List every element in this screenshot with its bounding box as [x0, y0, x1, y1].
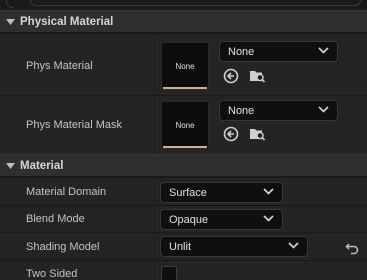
tree-line: [6, 0, 14, 8]
browse-asset-icon[interactable]: [249, 125, 265, 141]
property-row-phys-material: Phys Material None None: [0, 33, 367, 95]
details-panel: Physical Material Phys Material None Non…: [0, 0, 367, 280]
chevron-down-icon: [263, 215, 274, 222]
asset-picker-combo[interactable]: None: [219, 100, 338, 121]
chevron-down-icon: [263, 188, 274, 195]
column-divider: [154, 178, 155, 205]
column-divider: [154, 206, 155, 232]
column-divider: [154, 261, 155, 280]
column-divider: [154, 34, 155, 95]
property-row-phys-material-mask: Phys Material Mask None None: [0, 95, 367, 154]
property-row-two-sided: Two Sided: [0, 260, 367, 280]
use-selected-arrow-icon[interactable]: [223, 68, 239, 84]
combo-value: None: [228, 104, 255, 117]
chevron-down-icon[interactable]: [0, 162, 20, 169]
asset-picker-combo[interactable]: None: [219, 41, 338, 62]
shading-model-dropdown[interactable]: Unlit: [160, 236, 308, 257]
section-title: Material: [20, 159, 64, 172]
section-header-material[interactable]: Material: [0, 154, 367, 176]
property-label: Two Sided: [26, 268, 78, 280]
property-label: Material Domain: [26, 186, 107, 198]
property-label: Blend Mode: [26, 213, 85, 225]
thumbnail-label: None: [175, 120, 195, 130]
thumbnail-label: None: [175, 61, 195, 71]
use-selected-arrow-icon[interactable]: [223, 126, 239, 142]
property-row-shading-model: Shading Model Unlit: [0, 232, 367, 260]
chevron-down-icon: [288, 242, 299, 249]
chevron-down-icon: [318, 47, 329, 54]
asset-thumbnail[interactable]: None: [161, 42, 209, 90]
previous-field-edge: [30, 0, 361, 6]
asset-thumbnail[interactable]: None: [161, 101, 209, 149]
combo-value: Unlit: [169, 240, 192, 253]
combo-value: Opaque: [169, 213, 209, 226]
browse-asset-icon[interactable]: [249, 67, 265, 83]
property-label: Shading Model: [26, 241, 100, 253]
property-row-blend-mode: Blend Mode Opaque: [0, 205, 367, 232]
section-header-physical-material[interactable]: Physical Material: [0, 10, 367, 32]
blend-mode-dropdown[interactable]: Opaque: [160, 209, 283, 230]
material-domain-dropdown[interactable]: Surface: [160, 182, 283, 203]
chevron-down-icon: [318, 106, 329, 113]
property-label: Phys Material: [26, 60, 93, 72]
reset-to-default-icon[interactable]: [345, 241, 359, 255]
column-divider: [154, 233, 155, 260]
combo-value: Surface: [169, 186, 207, 199]
property-label: Phys Material Mask: [26, 119, 122, 131]
combo-value: None: [228, 45, 255, 58]
property-row-material-domain: Material Domain Surface: [0, 177, 367, 205]
chevron-down-icon[interactable]: [0, 18, 20, 25]
section-title: Physical Material: [20, 15, 114, 28]
two-sided-checkbox[interactable]: [161, 266, 177, 280]
previous-widget-remnant: [0, 0, 367, 10]
column-divider: [154, 96, 155, 154]
